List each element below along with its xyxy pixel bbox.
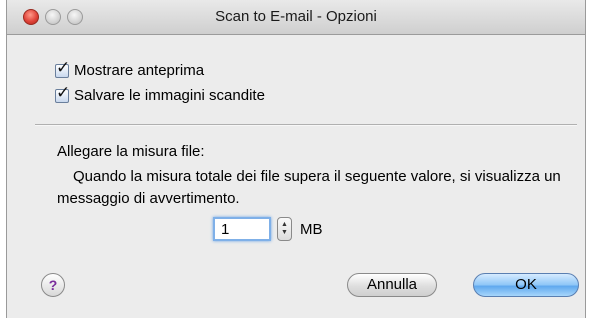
checkmark-icon: ✓ <box>56 82 71 102</box>
save-images-checkbox[interactable]: ✓ <box>55 84 70 103</box>
title-bar: Scan to E-mail - Opzioni <box>7 0 585 35</box>
save-images-label: Salvare le immagini scandite <box>74 87 265 104</box>
window-title: Scan to E-mail - Opzioni <box>215 8 377 25</box>
size-limit-row: ▲▼ MB <box>213 217 323 241</box>
option-save-images[interactable]: ✓ Salvare le immagini scandite <box>55 84 265 104</box>
preview-checkbox[interactable]: ✓ <box>55 59 70 78</box>
size-limit-input[interactable] <box>213 217 271 241</box>
separator <box>35 124 577 126</box>
help-icon[interactable]: ? <box>41 273 65 297</box>
ok-button[interactable]: OK <box>473 273 579 297</box>
option-preview[interactable]: ✓ Mostrare anteprima <box>55 59 205 79</box>
cancel-button[interactable]: Annulla <box>347 273 437 297</box>
checkmark-icon: ✓ <box>56 57 71 77</box>
size-unit-label: MB <box>300 220 323 238</box>
preview-label: Mostrare anteprima <box>74 62 205 79</box>
dialog-window: Scan to E-mail - Opzioni ✓ Mostrare ante… <box>6 0 586 318</box>
stepper-icon[interactable]: ▲ ▼ <box>277 217 292 241</box>
attachment-size-heading: Allegare la misura file: <box>57 143 205 160</box>
attachment-size-description: Quando la misura totale dei file supera … <box>57 168 561 207</box>
